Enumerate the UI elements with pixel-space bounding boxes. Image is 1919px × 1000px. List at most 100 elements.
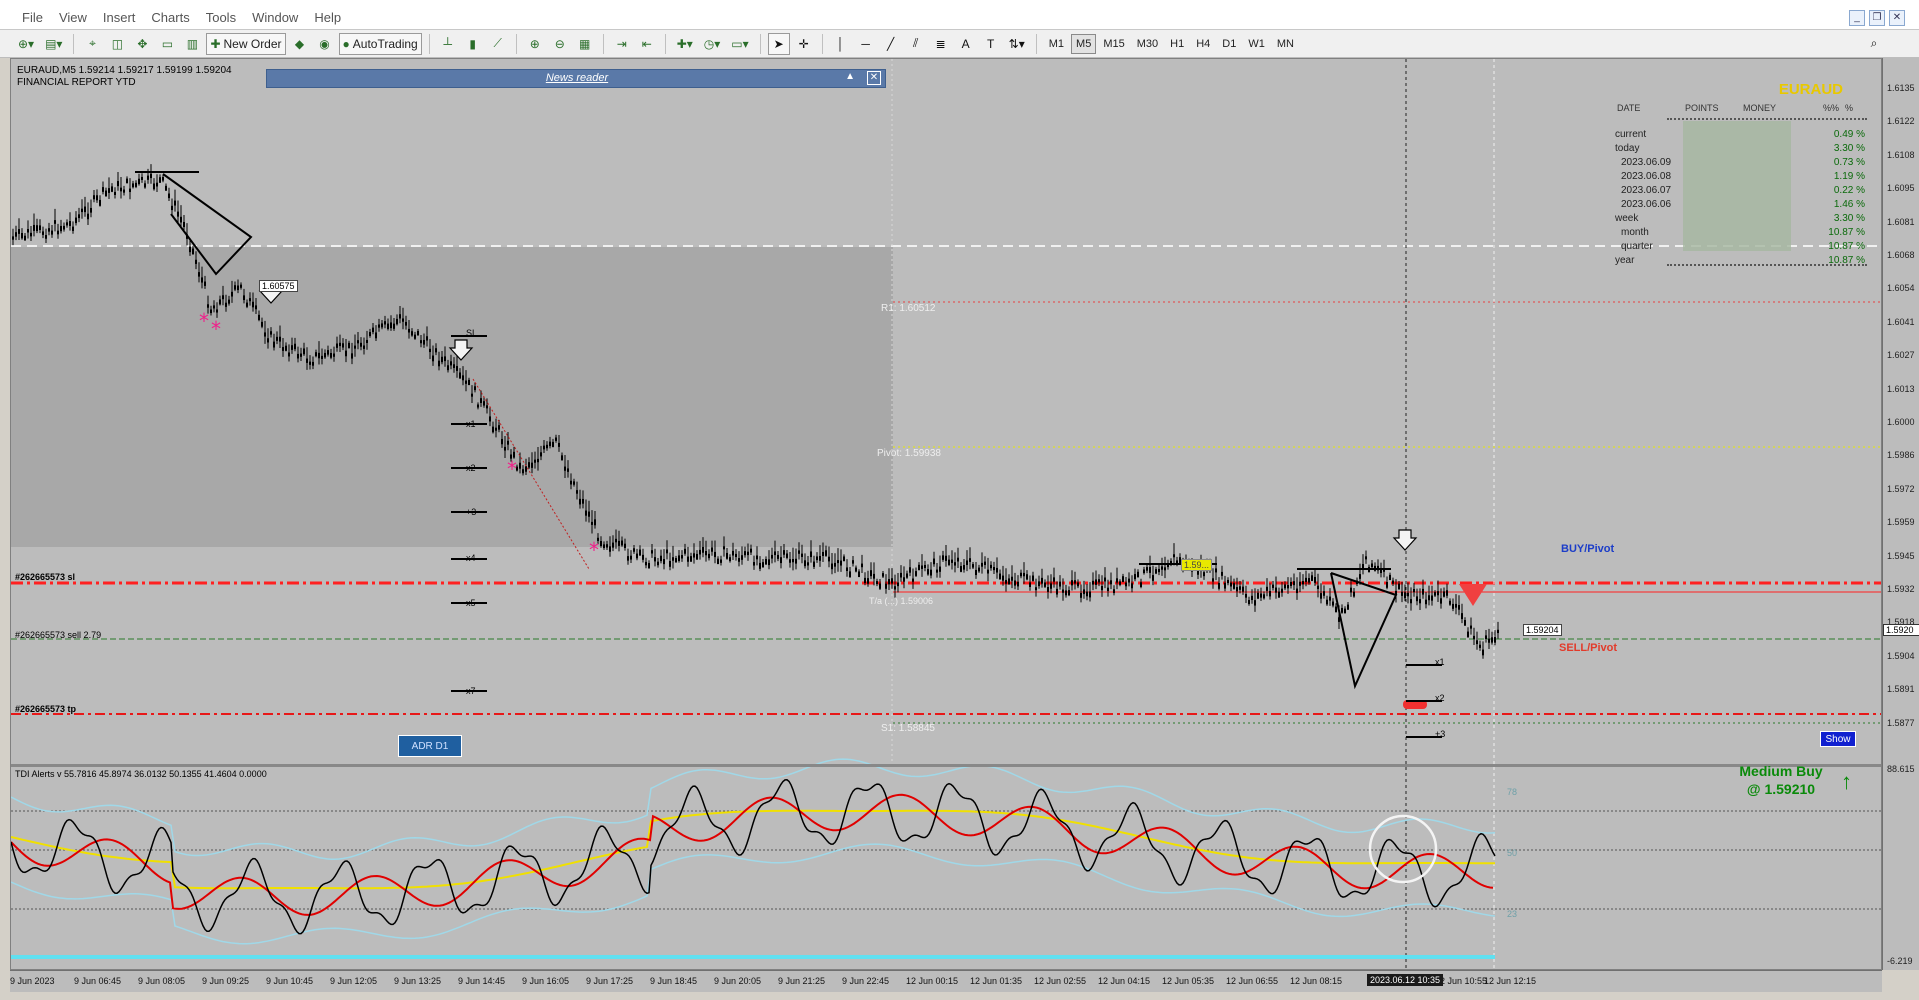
subwindow-separator[interactable] (11, 764, 1881, 767)
cursor-button[interactable]: ➤ (767, 32, 790, 55)
candle-body (204, 281, 206, 286)
autotrading-button[interactable]: ● AutoTrading (338, 32, 422, 55)
candle-body (744, 551, 746, 556)
timeframe-h1-button[interactable]: H1 (1165, 34, 1189, 54)
periods-button[interactable]: ◷▾ (700, 33, 725, 55)
line-chart-button[interactable]: ⟋ (487, 33, 509, 55)
text-button[interactable]: A (955, 33, 977, 55)
candle-body (819, 555, 821, 561)
report-row-percent: 1.19 % (1833, 171, 1865, 182)
candle-body (150, 173, 152, 179)
signals-button[interactable]: ◉ (314, 33, 336, 55)
restore-button[interactable]: ❐ (1869, 10, 1885, 26)
tile-icon: ▦ (579, 36, 591, 51)
candle-body (120, 187, 122, 192)
new-order-button[interactable]: ✚ New Order (206, 32, 286, 55)
news-reader-panel[interactable]: News reader ▲ ✕ (266, 69, 886, 88)
templates-button[interactable]: ▭▾ (727, 33, 752, 55)
new-chart-button[interactable]: ⊕▾ (14, 33, 38, 55)
timeframe-m1-button[interactable]: M1 (1044, 34, 1069, 54)
candle-body (54, 220, 56, 224)
arrows-button[interactable]: ⇅▾ (1005, 33, 1029, 55)
price-axis-label: 1.6027 (1887, 350, 1915, 361)
collapse-icon[interactable]: ▲ (845, 71, 855, 82)
candle-body (318, 352, 320, 359)
menu-insert[interactable]: Insert (95, 8, 144, 27)
menu-view[interactable]: View (51, 8, 95, 27)
close-icon[interactable]: ✕ (867, 71, 881, 85)
candle-body (1473, 635, 1475, 640)
candle-body (177, 211, 179, 217)
candle-body (492, 426, 494, 433)
menu-charts[interactable]: Charts (143, 8, 197, 27)
candle-body (771, 554, 773, 559)
autoscroll-button[interactable]: ⇥ (611, 33, 633, 55)
zoom-out-button[interactable]: ⊖ (549, 33, 571, 55)
horizontal-line-button[interactable]: ─ (855, 33, 877, 55)
candle-body (843, 556, 845, 562)
crosshair-button[interactable]: ✛ (793, 33, 815, 55)
candle-body (462, 375, 464, 381)
adr-d1-button[interactable]: ADR D1 (398, 735, 462, 757)
timeframe-h4-button[interactable]: H4 (1191, 34, 1215, 54)
candle-body (1149, 567, 1151, 573)
candle-body (180, 216, 182, 223)
timeframe-m5-button[interactable]: M5 (1071, 33, 1097, 54)
close-button[interactable]: ✕ (1889, 10, 1905, 26)
candle-body (885, 583, 887, 589)
candle-body (1302, 581, 1304, 585)
order-tp-label[interactable]: #262665573 tp (15, 704, 76, 714)
timeframe-d1-button[interactable]: D1 (1217, 34, 1241, 54)
menu-file[interactable]: File (14, 8, 51, 27)
timeframe-mn-button[interactable]: MN (1272, 34, 1299, 54)
candle-body (624, 543, 626, 548)
show-button[interactable]: Show (1820, 731, 1856, 747)
indicators-button[interactable]: ✚▾ (673, 33, 697, 55)
fibonacci-button[interactable]: ≣ (930, 33, 952, 55)
profiles-button[interactable]: ▤▾ (41, 33, 66, 55)
terminal-button[interactable]: ▭ (156, 33, 178, 55)
equidistant-channel-button[interactable]: ⫽ (905, 33, 927, 55)
bar-chart-button[interactable]: ┴ (437, 33, 459, 55)
search-button[interactable]: ⌕ (1863, 33, 1885, 55)
candle-body (987, 569, 989, 574)
candle-body (1161, 566, 1163, 570)
menu-tools[interactable]: Tools (198, 8, 244, 27)
price-axis[interactable]: 1.6135 1.6122 1.6108 1.6095 1.6081 1.6068 1.60… (1882, 58, 1919, 970)
timeframe-m30-button[interactable]: M30 (1132, 34, 1163, 54)
chart-shift-button[interactable]: ⇤ (636, 33, 658, 55)
menu-help[interactable]: Help (306, 8, 349, 27)
candle-body (702, 546, 704, 553)
data-window-button[interactable]: ◫ (106, 33, 128, 55)
candle-body (612, 542, 614, 548)
candle-body (336, 343, 338, 348)
timeframe-w1-button[interactable]: W1 (1243, 34, 1270, 54)
candle-body (468, 379, 470, 386)
candle-body (486, 405, 488, 409)
candle-body (1245, 593, 1247, 598)
tile-windows-button[interactable]: ▦ (574, 33, 596, 55)
candle-body (504, 446, 506, 451)
candle-chart-button[interactable]: ▮ (462, 33, 484, 55)
candle-body (498, 425, 500, 430)
text-label-button[interactable]: T (980, 33, 1002, 55)
trendline-button[interactable]: ╱ (880, 33, 902, 55)
minimize-button[interactable]: _ (1849, 10, 1865, 26)
strategy-tester-button[interactable]: ▥ (181, 33, 203, 55)
candle-body (1272, 584, 1274, 588)
vertical-line-button[interactable]: │ (830, 33, 852, 55)
menu-window[interactable]: Window (244, 8, 306, 27)
metaeditor-button[interactable]: ◆ (289, 33, 311, 55)
time-axis[interactable]: 9 Jun 2023 9 Jun 06:45 9 Jun 08:05 9 Jun 09… (10, 970, 1882, 992)
navigator-button[interactable]: ✥ (131, 33, 153, 55)
news-reader-title[interactable]: News reader (267, 72, 887, 84)
timeframe-m15-button[interactable]: M15 (1098, 34, 1129, 54)
order-sl-label[interactable]: #262665573 sl (15, 572, 75, 582)
zoom-in-button[interactable]: ⊕ (524, 33, 546, 55)
candle-body (795, 558, 797, 564)
market-watch-button[interactable]: ⌖ (81, 33, 103, 55)
order-sell-label[interactable]: #262665573 sell 2.79 (15, 630, 101, 640)
candle-body (249, 298, 251, 302)
candle-body (531, 462, 533, 468)
chart-window[interactable]: * * * * EURAUD,M5 1.59214 1.59217 1.59199 1… (10, 58, 1882, 970)
